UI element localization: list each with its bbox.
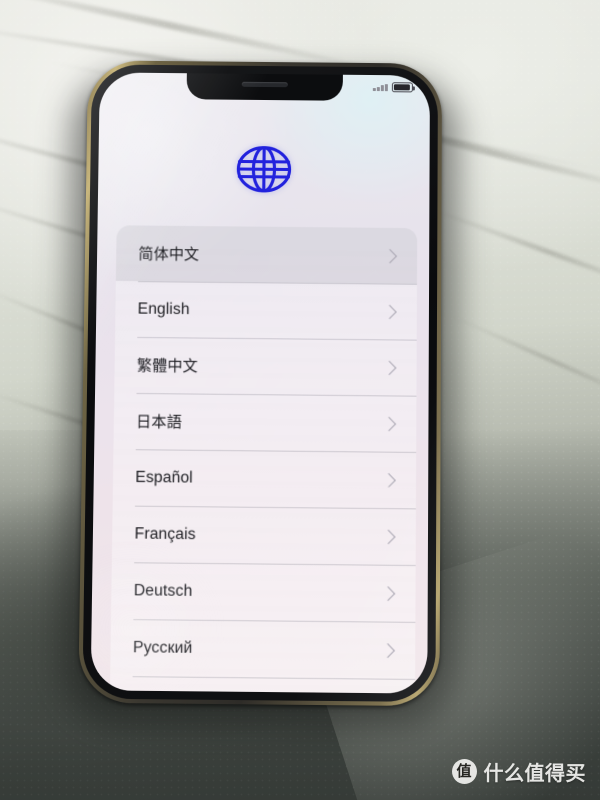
chevron-right-icon	[380, 642, 395, 658]
language-row-french[interactable]: Français	[112, 505, 416, 565]
language-row-english[interactable]: English	[115, 281, 417, 340]
chevron-right-icon	[382, 304, 397, 319]
language-list[interactable]: 简体中文 English 繁體中文 日本語 Español Français D…	[109, 225, 418, 694]
language-row-traditional-chinese[interactable]: 繁體中文	[114, 337, 416, 396]
chevron-right-icon	[382, 360, 397, 375]
language-label: English	[137, 299, 190, 318]
notch	[186, 72, 343, 101]
status-bar-right	[373, 82, 413, 93]
signal-bars-icon	[373, 83, 388, 92]
language-row-japanese[interactable]: 日本語	[113, 393, 416, 452]
language-row-spanish[interactable]: Español	[113, 449, 417, 508]
language-label: Español	[135, 468, 193, 487]
language-label: Français	[134, 524, 196, 543]
language-label: Deutsch	[133, 581, 193, 600]
watermark-text: 什么值得买	[483, 761, 586, 785]
language-label: 简体中文	[138, 244, 200, 264]
watermark: 值 什么值得买	[451, 757, 587, 786]
language-row-simplified-chinese[interactable]: 简体中文	[115, 225, 418, 284]
watermark-logo-icon: 值	[451, 759, 477, 784]
photo-scene: 简体中文 English 繁體中文 日本語 Español Français D…	[0, 0, 600, 800]
language-label: 日本語	[135, 412, 183, 432]
phone-screen: 简体中文 English 繁體中文 日本語 Español Français D…	[90, 72, 430, 694]
chevron-right-icon	[380, 585, 396, 601]
battery-fill	[393, 84, 410, 91]
earpiece-speaker-icon	[241, 81, 288, 88]
chevron-right-icon	[382, 248, 398, 263]
language-label: 繁體中文	[136, 356, 198, 376]
globe-icon	[235, 140, 294, 199]
chevron-right-icon	[381, 529, 396, 544]
chevron-right-icon	[381, 472, 396, 488]
language-row-russian[interactable]: Русский	[110, 619, 415, 679]
language-row-german[interactable]: Deutsch	[111, 562, 416, 622]
chevron-right-icon	[381, 416, 397, 431]
phone-device: 简体中文 English 繁體中文 日本語 Español Français D…	[61, 60, 458, 728]
battery-icon	[391, 82, 413, 93]
language-label: Русский	[132, 638, 193, 657]
language-row-portuguese[interactable]: Português	[110, 676, 415, 694]
